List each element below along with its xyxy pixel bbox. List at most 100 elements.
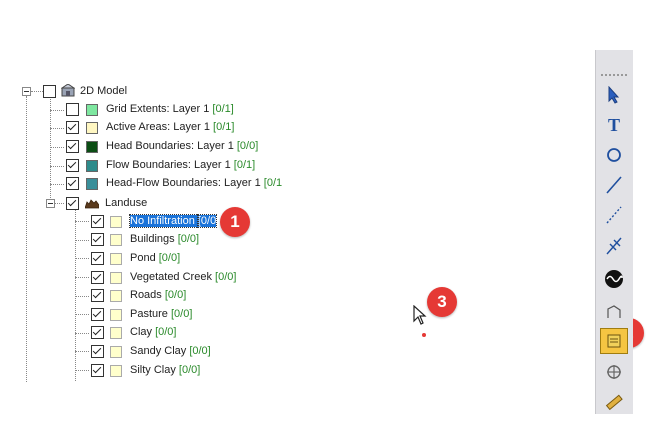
tree-item-landuse[interactable]: Roads [0/0] <box>130 288 186 302</box>
tree-guide-line <box>50 147 64 148</box>
landuse-count: [0/0] <box>155 326 177 338</box>
landuse-checkbox[interactable] <box>91 271 104 284</box>
layer-color-swatch <box>86 122 98 134</box>
landuse-checkbox[interactable] <box>91 308 104 321</box>
layer-name: Grid Extents: Layer 1 <box>106 103 210 115</box>
landuse-color-swatch <box>110 272 122 284</box>
toolbar-grip[interactable] <box>601 74 627 76</box>
tree-item-layer[interactable]: Active Areas: Layer 1 [0/1] <box>106 120 234 134</box>
tree-guide-line <box>75 240 89 241</box>
landuse-folder-icon <box>85 199 99 209</box>
tree-item-layer[interactable]: Flow Boundaries: Layer 1 [0/1] <box>106 158 255 172</box>
tree-guide-line <box>75 351 89 352</box>
checkbox-landuse[interactable] <box>66 197 79 210</box>
landuse-color-swatch <box>110 309 122 321</box>
landuse-count: [0/0] <box>215 271 237 283</box>
landuse-name: Buildings <box>130 233 178 245</box>
tree-label-text: Landuse <box>105 197 148 209</box>
tree-item-landuse[interactable]: Clay [0/0] <box>130 325 176 339</box>
landuse-count: [0/0] <box>177 233 200 245</box>
crosshair-tool-icon[interactable] <box>600 359 628 385</box>
mouse-pointer-icon <box>413 305 427 325</box>
tree-guide-line <box>26 96 27 382</box>
tree-guide-line <box>50 110 64 111</box>
landuse-color-swatch <box>110 365 122 377</box>
landuse-color-swatch <box>110 346 122 358</box>
landuse-checkbox[interactable] <box>91 345 104 358</box>
landuse-checkbox[interactable] <box>91 289 104 302</box>
landuse-checkbox[interactable] <box>91 215 104 228</box>
step-badge-3: 3 <box>427 287 457 317</box>
click-marker <box>422 333 426 337</box>
tree-item-landuse[interactable]: Pasture [0/0] <box>130 307 192 321</box>
tree-item-layer[interactable]: Grid Extents: Layer 1 [0/1] <box>106 102 234 116</box>
landuse-color-swatch <box>110 216 122 228</box>
tree-label-2d-model[interactable]: 2D Model <box>80 84 127 98</box>
tree-label-text: 2D Model <box>80 85 128 97</box>
step-badge-1: 1 <box>220 207 250 237</box>
tree-guide-line <box>50 166 64 167</box>
wave-tool-icon[interactable] <box>600 266 628 292</box>
tree-item-landuse[interactable]: Buildings [0/0] <box>130 232 199 246</box>
landuse-checkbox[interactable] <box>91 326 104 339</box>
layer-count: [0/1] <box>213 121 235 133</box>
collapse-toggle-landuse[interactable] <box>46 199 55 208</box>
landuse-name: Pond <box>130 252 159 264</box>
layer-checkbox[interactable] <box>66 177 79 190</box>
ruler-tool-icon[interactable] <box>600 389 628 415</box>
landuse-checkbox[interactable] <box>91 233 104 246</box>
tree-guide-line <box>75 370 89 371</box>
tree-guide-line <box>75 314 89 315</box>
tree-item-landuse[interactable]: Sandy Clay [0/0] <box>130 344 211 358</box>
arc-node-tool-icon[interactable] <box>600 233 628 259</box>
tree-item-layer[interactable]: Head Boundaries: Layer 1 [0/0] <box>106 139 258 153</box>
layer-checkbox[interactable] <box>66 140 79 153</box>
tree-guide-line <box>50 128 64 129</box>
tree-item-landuse[interactable]: Pond [0/0] <box>130 251 180 265</box>
tree-guide-line <box>75 333 89 334</box>
tree-guide-line <box>75 209 76 381</box>
layer-color-swatch <box>86 160 98 172</box>
tree-item-landuse[interactable]: Vegetated Creek [0/0] <box>130 270 236 284</box>
layer-checkbox[interactable] <box>66 121 79 134</box>
landuse-color-swatch <box>110 253 122 265</box>
layer-color-swatch <box>86 104 98 116</box>
collapse-toggle-2d-model[interactable] <box>22 87 31 96</box>
tree-guide-line <box>75 258 89 259</box>
landuse-color-swatch <box>110 327 122 339</box>
landuse-name: Sandy Clay <box>130 345 190 357</box>
layer-name: Head Boundaries: Layer 1 <box>106 140 234 152</box>
layer-count: [0/1 <box>263 177 283 189</box>
layer-count: [0/1] <box>212 103 234 115</box>
dashed-line-tool-icon[interactable] <box>600 202 628 228</box>
tree-item-landuse[interactable]: Silty Clay [0/0] <box>130 363 200 377</box>
checkbox-2d-model[interactable] <box>43 85 56 98</box>
text-tool-glyph: T <box>607 114 620 135</box>
tree-guide-line <box>50 99 51 204</box>
layer-color-swatch <box>86 178 98 190</box>
layer-count: [0/1] <box>233 159 256 171</box>
circle-tool-icon[interactable] <box>600 142 628 168</box>
tree-guide-line <box>75 221 89 222</box>
tree-label-landuse[interactable]: Landuse <box>105 196 147 210</box>
polygon-tool-icon[interactable] <box>600 299 628 325</box>
text-tool-icon[interactable]: T <box>600 112 628 138</box>
tree-guide-line <box>75 296 89 297</box>
layer-count: [0/0] <box>236 140 259 152</box>
layer-checkbox[interactable] <box>66 103 79 116</box>
select-arrow-icon[interactable] <box>600 82 628 108</box>
landuse-checkbox[interactable] <box>91 252 104 265</box>
landuse-count: [0/0] <box>189 345 211 357</box>
tree-item-landuse[interactable]: No Infiltration [0/0 <box>129 214 218 228</box>
landuse-count: [0/0 <box>196 214 218 228</box>
model-icon <box>61 84 75 97</box>
tree-item-layer[interactable]: Head-Flow Boundaries: Layer 1 [0/1 <box>106 176 282 190</box>
layer-checkbox[interactable] <box>66 159 79 172</box>
landuse-polygon-tool-icon[interactable] <box>600 328 628 354</box>
layer-color-swatch <box>86 141 98 153</box>
landuse-color-swatch <box>110 290 122 302</box>
line-tool-icon[interactable] <box>600 172 628 198</box>
landuse-checkbox[interactable] <box>91 364 104 377</box>
landuse-name: No Infiltration <box>129 214 199 228</box>
layer-name: Flow Boundaries: Layer 1 <box>106 159 231 171</box>
